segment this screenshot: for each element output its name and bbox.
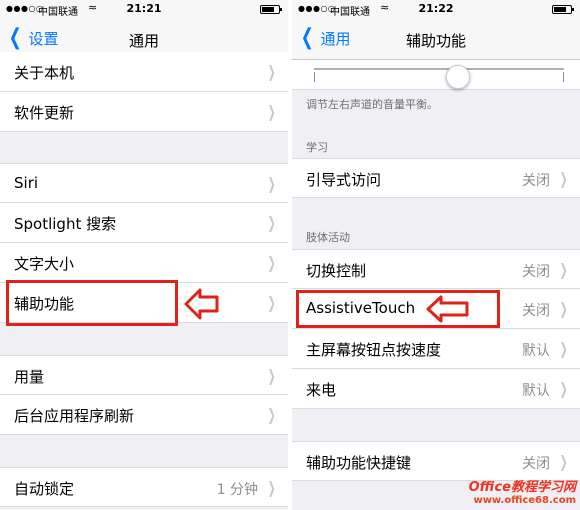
status-time: 21:22 bbox=[418, 2, 454, 15]
row-value: 关闭 bbox=[522, 264, 550, 280]
row-label: Spotlight 搜索 bbox=[14, 215, 117, 233]
row-guided-access[interactable]: 引导式访问 关闭 ❯ bbox=[292, 158, 580, 198]
chevron-left-icon: ❮ bbox=[300, 25, 314, 50]
chevron-right-icon: ❯ bbox=[267, 366, 276, 385]
row-about[interactable]: 关于本机 ❯ bbox=[0, 52, 288, 92]
chevron-left-icon: ❮ bbox=[8, 25, 22, 50]
row-label: 来电 bbox=[306, 381, 337, 399]
battery-icon bbox=[260, 5, 282, 14]
slider-knob[interactable] bbox=[446, 65, 470, 89]
chevron-right-icon: ❯ bbox=[267, 174, 276, 193]
row-value: 关闭 bbox=[522, 456, 550, 472]
general-settings-screen: ●●●○○ 中国联通 ≈ 21:21 ❮ 设置 通用 关于本机 ❯ 软件更新 ❯… bbox=[0, 0, 288, 510]
row-incoming-calls[interactable]: 来电 默认 ❯ bbox=[292, 369, 580, 409]
row-background-refresh[interactable]: 后台应用程序刷新 ❯ bbox=[0, 395, 288, 435]
chevron-right-icon: ❯ bbox=[267, 62, 276, 81]
row-label: 文字大小 bbox=[14, 255, 75, 273]
row-label: 辅助功能快捷键 bbox=[306, 454, 412, 472]
row-label: 主屏幕按钮点按速度 bbox=[306, 341, 442, 359]
chevron-right-icon: ❯ bbox=[559, 299, 568, 318]
row-label: 切换控制 bbox=[306, 262, 367, 280]
chevron-right-icon: ❯ bbox=[267, 102, 276, 121]
navigation-bar: ❮ 通用 辅助功能 bbox=[292, 18, 580, 60]
slider-track[interactable] bbox=[314, 65, 564, 89]
balance-note: 调节左右声道的音量平衡。 bbox=[306, 98, 438, 111]
row-siri[interactable]: Siri ❯ bbox=[0, 163, 288, 203]
chevron-right-icon: ❯ bbox=[559, 169, 568, 188]
row-text-size[interactable]: 文字大小 ❯ bbox=[0, 243, 288, 283]
slider-tick bbox=[563, 72, 564, 82]
watermark: Office教程学习网 www.office68.com bbox=[469, 476, 576, 506]
highlight-box bbox=[6, 280, 178, 326]
status-bar: ●●●○○ 中国联通 ≈ 21:21 bbox=[0, 0, 288, 18]
row-accessibility-shortcut[interactable]: 辅助功能快捷键 关闭 ❯ bbox=[292, 441, 580, 481]
back-button[interactable]: ❮ 设置 bbox=[6, 25, 59, 50]
back-button-label: 设置 bbox=[28, 29, 59, 48]
row-label: Siri bbox=[14, 174, 39, 192]
balance-slider bbox=[292, 60, 580, 90]
row-label: 关于本机 bbox=[14, 64, 75, 82]
watermark-url: www.office68.com bbox=[473, 495, 576, 506]
accessibility-settings-screen: ●●●○○ 中国联通 ≈ 21:22 ❮ 通用 辅助功能 调节左右声道的音量平衡… bbox=[292, 0, 580, 510]
status-bar: ●●●○○ 中国联通 ≈ 21:22 bbox=[292, 0, 580, 18]
left-arrow-icon bbox=[426, 295, 469, 323]
row-label: 用量 bbox=[14, 368, 45, 386]
row-software-update[interactable]: 软件更新 ❯ bbox=[0, 92, 288, 132]
watermark-title: Office教程学习网 bbox=[468, 480, 576, 495]
row-value: 默认 bbox=[522, 343, 550, 359]
chevron-right-icon: ❯ bbox=[267, 405, 276, 424]
row-label: 软件更新 bbox=[14, 104, 75, 122]
chevron-right-icon: ❯ bbox=[559, 339, 568, 358]
left-arrow-icon bbox=[184, 288, 219, 320]
slider-tick bbox=[314, 72, 315, 82]
section-header-physical: 肢体活动 bbox=[306, 231, 350, 244]
chevron-right-icon: ❯ bbox=[267, 293, 276, 312]
row-value: 关闭 bbox=[522, 173, 550, 189]
status-time: 21:21 bbox=[126, 2, 162, 15]
chevron-right-icon: ❯ bbox=[267, 478, 276, 497]
row-auto-lock[interactable]: 自动锁定 1 分钟 ❯ bbox=[0, 467, 288, 507]
row-usage[interactable]: 用量 ❯ bbox=[0, 355, 288, 395]
chevron-right-icon: ❯ bbox=[267, 213, 276, 232]
row-switch-control[interactable]: 切换控制 关闭 ❯ bbox=[292, 249, 580, 289]
section-header-learning: 学习 bbox=[306, 141, 328, 154]
chevron-right-icon: ❯ bbox=[559, 452, 568, 471]
chevron-right-icon: ❯ bbox=[559, 379, 568, 398]
battery-icon bbox=[552, 5, 574, 14]
row-label: 自动锁定 bbox=[14, 480, 75, 498]
back-button-label: 通用 bbox=[320, 29, 351, 48]
row-value: 默认 bbox=[522, 383, 550, 399]
chevron-right-icon: ❯ bbox=[559, 260, 568, 279]
back-button[interactable]: ❮ 通用 bbox=[298, 25, 351, 50]
row-home-click-speed[interactable]: 主屏幕按钮点按速度 默认 ❯ bbox=[292, 329, 580, 369]
row-label: 后台应用程序刷新 bbox=[14, 407, 135, 425]
row-value: 1 分钟 bbox=[216, 482, 258, 498]
chevron-right-icon: ❯ bbox=[267, 253, 276, 272]
row-spotlight[interactable]: Spotlight 搜索 ❯ bbox=[0, 203, 288, 243]
row-label: 引导式访问 bbox=[306, 171, 382, 189]
row-value: 关闭 bbox=[522, 303, 550, 319]
